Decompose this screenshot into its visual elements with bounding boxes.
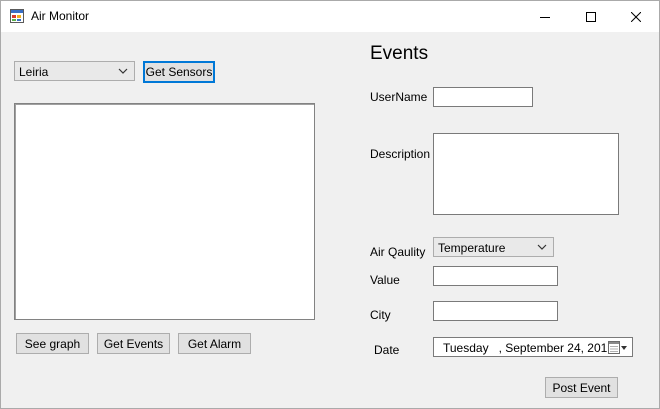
sensor-list[interactable] [14, 103, 315, 320]
window-title: Air Monitor [31, 9, 90, 23]
city-label: City [370, 308, 391, 322]
username-field[interactable] [433, 87, 533, 107]
get-events-button[interactable]: Get Events [97, 333, 170, 354]
minimize-button[interactable] [522, 1, 568, 32]
city-field[interactable] [433, 301, 558, 321]
date-picker[interactable]: Tuesday , September 24, 2019 [433, 337, 633, 357]
maximize-button[interactable] [568, 1, 614, 32]
app-form-icon [10, 9, 24, 23]
value-field[interactable] [433, 266, 558, 286]
events-heading: Events [370, 43, 429, 64]
date-picker-value: Tuesday , September 24, 2019 [443, 341, 614, 355]
description-field[interactable] [433, 133, 619, 215]
see-graph-button[interactable]: See graph [16, 333, 89, 354]
post-event-button[interactable]: Post Event [545, 377, 618, 398]
get-sensors-button[interactable]: Get Sensors [143, 61, 215, 83]
city-select-value: Leiria [19, 65, 49, 79]
app-window: Air Monitor Leiria Get Sensors See graph… [0, 0, 660, 409]
value-label: Value [370, 273, 400, 287]
chevron-down-icon [118, 68, 128, 74]
description-label: Description [370, 147, 431, 161]
air-quality-select[interactable]: Temperature [433, 237, 554, 257]
minimize-icon [540, 16, 550, 18]
city-select[interactable]: Leiria [14, 61, 135, 81]
maximize-icon [586, 11, 596, 22]
date-label: Date [374, 343, 400, 357]
username-label: UserName [370, 90, 428, 104]
air-quality-select-value: Temperature [438, 241, 506, 255]
get-alarm-button[interactable]: Get Alarm [178, 333, 251, 354]
calendar-icon[interactable] [608, 341, 628, 354]
close-icon [631, 11, 641, 22]
close-button[interactable] [613, 1, 659, 32]
chevron-down-icon [537, 244, 547, 250]
air-quality-label: Air Qaulity [370, 245, 426, 259]
title-bar[interactable]: Air Monitor [1, 1, 659, 32]
